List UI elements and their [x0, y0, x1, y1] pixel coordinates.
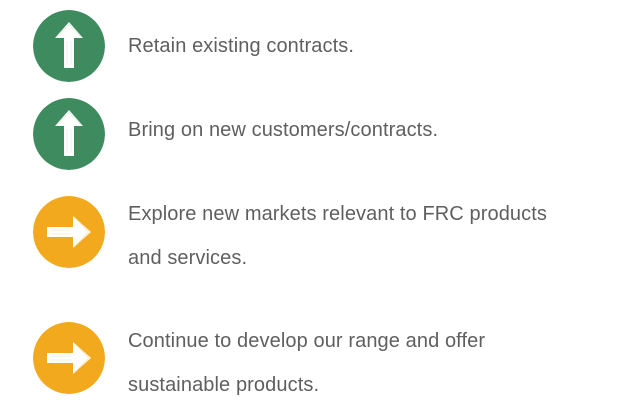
right-arrow-icon: [33, 196, 105, 268]
list-item-line-2: sustainable products.: [128, 374, 320, 396]
goals-list: Retain existing contracts. Bring on new …: [0, 0, 634, 401]
list-item-text: Continue to develop our range and offer …: [128, 319, 485, 407]
up-arrow-icon: [33, 10, 105, 82]
list-item-line-1: Bring on new customers/contracts.: [128, 119, 439, 141]
list-item-text: Retain existing contracts.: [128, 24, 354, 68]
list-item-line-1: Continue to develop our range and offer: [128, 330, 486, 352]
list-item-text: Explore new markets relevant to FRC prod…: [128, 192, 547, 280]
list-item-line-1: Retain existing contracts.: [128, 35, 355, 57]
list-item-line-1: Explore new markets relevant to FRC prod…: [128, 203, 548, 225]
list-item-text: Bring on new customers/contracts.: [128, 108, 438, 152]
list-item-line-2: and services.: [128, 247, 248, 269]
up-arrow-icon: [33, 98, 105, 170]
right-arrow-icon: [33, 322, 105, 394]
